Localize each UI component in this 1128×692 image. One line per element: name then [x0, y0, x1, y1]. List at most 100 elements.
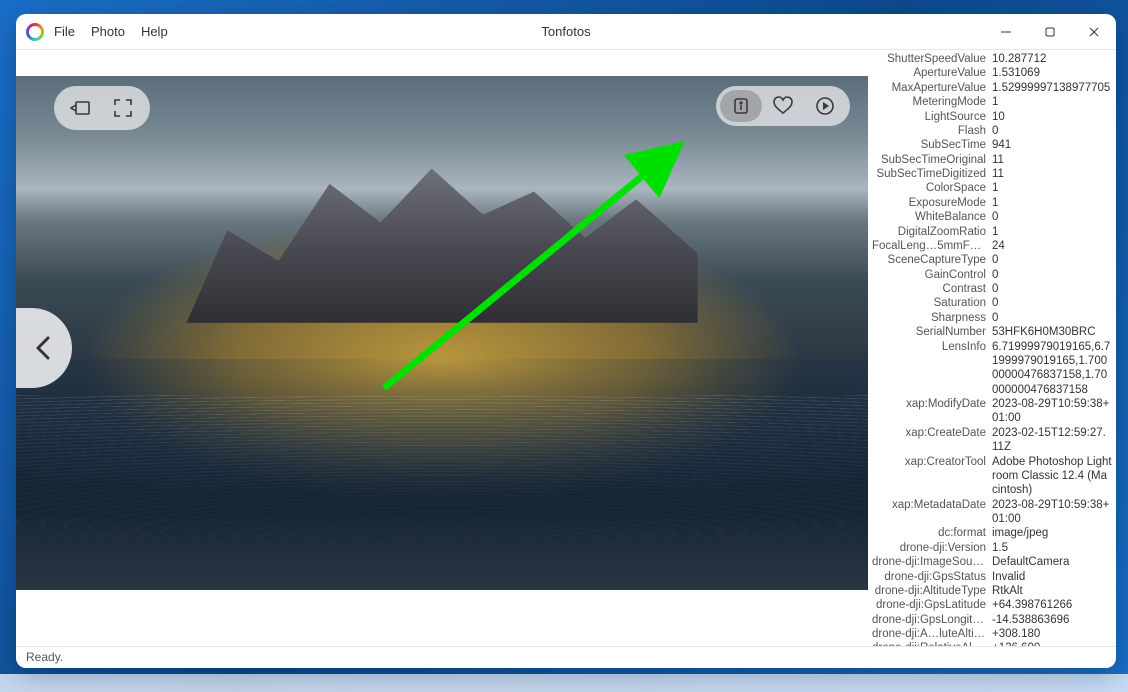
metadata-row: ShutterSpeedValue10.287712 — [872, 52, 1112, 66]
metadata-key: ColorSpace — [872, 181, 992, 195]
metadata-key: SerialNumber — [872, 325, 992, 339]
metadata-key: ApertureValue — [872, 66, 992, 80]
metadata-value: 941 — [992, 138, 1112, 152]
metadata-key: FocalLeng…5mmFormat — [872, 239, 992, 253]
metadata-row: MaxApertureValue1.52999997138977705 — [872, 81, 1112, 95]
metadata-key: SubSecTimeOriginal — [872, 153, 992, 167]
metadata-row: drone-dji:GpsStatusInvalid — [872, 570, 1112, 584]
status-text: Ready. — [26, 650, 63, 664]
menu-file[interactable]: File — [54, 24, 75, 39]
metadata-row: drone-dji:ImageSourceDefaultCamera — [872, 555, 1112, 569]
metadata-key: drone-dji:ImageSource — [872, 555, 992, 569]
metadata-row: dc:formatimage/jpeg — [872, 526, 1112, 540]
metadata-value: 0 — [992, 124, 1112, 138]
metadata-value: 11 — [992, 153, 1112, 167]
minimize-button[interactable] — [984, 14, 1028, 50]
metadata-key: DigitalZoomRatio — [872, 225, 992, 239]
metadata-row: FocalLeng…5mmFormat24 — [872, 239, 1112, 253]
content-area: ShutterSpeedValue10.287712ApertureValue1… — [16, 50, 1116, 646]
metadata-key: ShutterSpeedValue — [872, 52, 992, 66]
titlebar: File Photo Help Tonfotos — [16, 14, 1116, 50]
metadata-value: DefaultCamera — [992, 555, 1112, 569]
slideshow-button[interactable] — [804, 90, 846, 122]
metadata-value: 11 — [992, 167, 1112, 181]
metadata-value: 10.287712 — [992, 52, 1112, 66]
app-window: File Photo Help Tonfotos — [16, 14, 1116, 668]
metadata-row: xap:ModifyDate2023-08-29T10:59:38+01:00 — [872, 397, 1112, 426]
metadata-key: LightSource — [872, 110, 992, 124]
metadata-key: Sharpness — [872, 311, 992, 325]
metadata-value: 0 — [992, 253, 1112, 267]
metadata-value: 1.5 — [992, 541, 1112, 555]
metadata-value: 0 — [992, 268, 1112, 282]
metadata-value: 1 — [992, 95, 1112, 109]
back-button[interactable] — [60, 92, 102, 124]
info-button[interactable] — [720, 90, 762, 122]
metadata-key: drone-dji:AltitudeType — [872, 584, 992, 598]
metadata-value: 0 — [992, 210, 1112, 224]
metadata-row: ApertureValue1.531069 — [872, 66, 1112, 80]
metadata-key: drone-dji:GpsStatus — [872, 570, 992, 584]
metadata-row: ExposureMode1 — [872, 196, 1112, 210]
metadata-value: 10 — [992, 110, 1112, 124]
metadata-key: SceneCaptureType — [872, 253, 992, 267]
metadata-row: SubSecTime941 — [872, 138, 1112, 152]
metadata-row: xap:CreateDate2023-02-15T12:59:27.11Z — [872, 426, 1112, 455]
metadata-panel[interactable]: ShutterSpeedValue10.287712ApertureValue1… — [868, 50, 1116, 646]
menu-photo[interactable]: Photo — [91, 24, 125, 39]
photo-viewer — [16, 50, 868, 646]
metadata-key: drone-dji:Version — [872, 541, 992, 555]
metadata-key: drone-dji:GpsLatitude — [872, 598, 992, 612]
app-icon — [26, 23, 44, 41]
fullscreen-button[interactable] — [102, 92, 144, 124]
metadata-row: xap:MetadataDate2023-08-29T10:59:38+01:0… — [872, 498, 1112, 527]
metadata-value: 2023-02-15T12:59:27.11Z — [992, 426, 1112, 455]
metadata-key: Flash — [872, 124, 992, 138]
metadata-key: xap:CreatorTool — [872, 455, 992, 498]
metadata-row: SubSecTimeOriginal11 — [872, 153, 1112, 167]
metadata-row: ColorSpace1 — [872, 181, 1112, 195]
metadata-key: MaxApertureValue — [872, 81, 992, 95]
photo-detail — [16, 395, 868, 549]
metadata-row: SceneCaptureType0 — [872, 253, 1112, 267]
metadata-value: 0 — [992, 282, 1112, 296]
metadata-row: drone-dji:Version1.5 — [872, 541, 1112, 555]
menu-help[interactable]: Help — [141, 24, 168, 39]
metadata-row: xap:CreatorToolAdobe Photoshop Lightroom… — [872, 455, 1112, 498]
metadata-value: image/jpeg — [992, 526, 1112, 540]
metadata-row: Flash0 — [872, 124, 1112, 138]
close-button[interactable] — [1072, 14, 1116, 50]
metadata-key: dc:format — [872, 526, 992, 540]
maximize-button[interactable] — [1028, 14, 1072, 50]
metadata-key: Saturation — [872, 296, 992, 310]
metadata-value: 0 — [992, 311, 1112, 325]
metadata-value: 1 — [992, 196, 1112, 210]
metadata-value: Adobe Photoshop Lightroom Classic 12.4 (… — [992, 455, 1112, 498]
metadata-key: Contrast — [872, 282, 992, 296]
metadata-row: DigitalZoomRatio1 — [872, 225, 1112, 239]
metadata-row: drone-dji:A…luteAltitude+308.180 — [872, 627, 1112, 641]
metadata-row: LightSource10 — [872, 110, 1112, 124]
metadata-key: MeteringMode — [872, 95, 992, 109]
metadata-value: RtkAlt — [992, 584, 1112, 598]
metadata-key: GainControl — [872, 268, 992, 282]
metadata-key: xap:MetadataDate — [872, 498, 992, 527]
metadata-row: SerialNumber53HFK6H0M30BRC — [872, 325, 1112, 339]
metadata-value: +64.398761266 — [992, 598, 1112, 612]
status-bar: Ready. — [16, 646, 1116, 668]
metadata-value: 0 — [992, 296, 1112, 310]
metadata-key: WhiteBalance — [872, 210, 992, 224]
metadata-key: LensInfo — [872, 340, 992, 398]
metadata-value: 6.71999979019165,6.71999979019165,1.7000… — [992, 340, 1112, 398]
metadata-row: Contrast0 — [872, 282, 1112, 296]
metadata-row: drone-dji:AltitudeTypeRtkAlt — [872, 584, 1112, 598]
metadata-row: drone-dji:GpsLongitude-14.538863696 — [872, 613, 1112, 627]
metadata-key: xap:CreateDate — [872, 426, 992, 455]
metadata-value: 1 — [992, 225, 1112, 239]
photo-canvas[interactable] — [16, 76, 868, 590]
favorite-button[interactable] — [762, 90, 804, 122]
metadata-row: LensInfo6.71999979019165,6.7199997901916… — [872, 340, 1112, 398]
viewer-controls-right — [716, 86, 850, 126]
metadata-key: drone-dji:GpsLongitude — [872, 613, 992, 627]
metadata-key: ExposureMode — [872, 196, 992, 210]
